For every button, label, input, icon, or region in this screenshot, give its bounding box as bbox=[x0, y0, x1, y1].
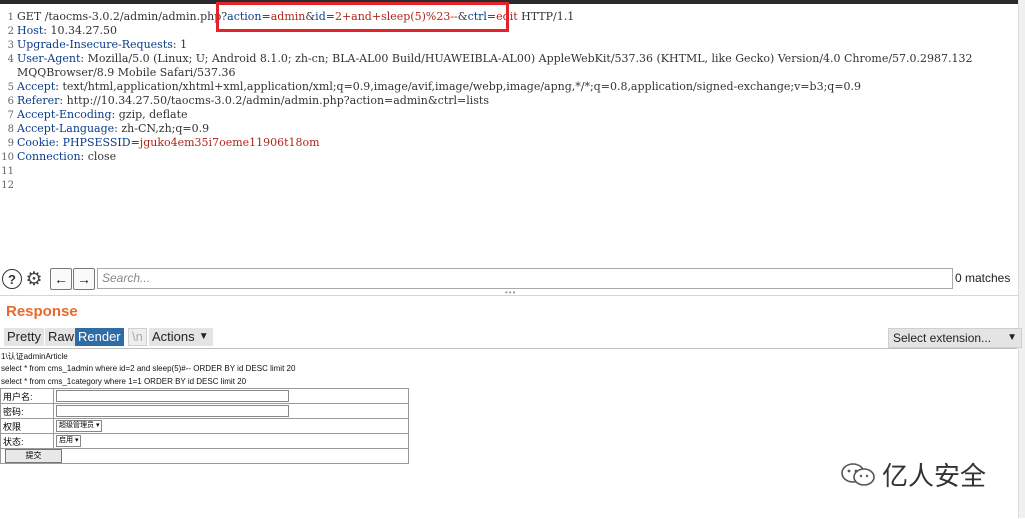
status-label: 状态: bbox=[0, 433, 54, 449]
request-text: Referer bbox=[17, 94, 60, 107]
highlight-box bbox=[216, 2, 509, 32]
request-text: : text/html,application/xhtml+xml,applic… bbox=[55, 80, 862, 93]
line-number: 9 bbox=[7, 138, 14, 149]
wechat-icon bbox=[840, 462, 876, 488]
password-label: 密码: bbox=[0, 403, 54, 419]
response-title: Response bbox=[6, 303, 78, 320]
username-label: 用户名: bbox=[0, 388, 54, 404]
render-line-1: 1\认证adminArticle bbox=[1, 352, 68, 361]
tab-render[interactable]: Render bbox=[75, 328, 124, 346]
request-line: 10 Connection: close bbox=[0, 150, 116, 164]
password-field[interactable] bbox=[56, 405, 289, 417]
actions-menu[interactable]: Actions ▼ bbox=[149, 328, 213, 346]
line-number: 3 bbox=[7, 40, 14, 51]
request-text: Accept-Language bbox=[17, 122, 115, 135]
request-text: GET /taocms-3.0.2/admin/admin.php? bbox=[17, 10, 228, 23]
request-line: 4 User-Agent: Mozilla/5.0 (Linux; U; Andr… bbox=[0, 52, 973, 66]
tab-newline[interactable]: \n bbox=[128, 328, 147, 346]
line-number: 2 bbox=[7, 26, 14, 37]
request-text: jguko4em35i7oeme11906t18om bbox=[139, 136, 320, 149]
gear-icon[interactable]: ⚙ bbox=[24, 269, 44, 290]
request-text: Upgrade-Insecure-Requests bbox=[17, 38, 173, 51]
request-text: : gzip, deflate bbox=[111, 108, 188, 121]
form-row-password: 密码: bbox=[0, 403, 409, 419]
help-icon[interactable]: ? bbox=[2, 269, 22, 289]
request-line: 2 Host: 10.34.27.50 bbox=[0, 24, 117, 38]
line-number: 11 bbox=[1, 166, 14, 177]
chevron-down-icon: ▼ bbox=[198, 331, 209, 342]
admin-form: 用户名: 密码: 权限 超级管理员 ▾ 状态: 启用 ▾ 提交 bbox=[0, 388, 409, 464]
request-text: Cookie bbox=[17, 136, 56, 149]
request-text: : 1 bbox=[172, 38, 188, 51]
match-count: 0 matches bbox=[955, 271, 1011, 285]
username-field[interactable] bbox=[56, 390, 289, 402]
request-text: : http://10.34.27.50/taocms-3.0.2/admin/… bbox=[59, 94, 489, 107]
request-text: : close bbox=[80, 150, 117, 163]
line-number: 6 bbox=[7, 96, 14, 107]
tab-pretty[interactable]: Pretty bbox=[4, 328, 44, 346]
chevron-down-icon: ▼ bbox=[1007, 332, 1017, 343]
request-line: 6 Referer: http://10.34.27.50/taocms-3.0.… bbox=[0, 94, 489, 108]
request-line: MQQBrowser/8.9 Mobile Safari/537.36 bbox=[0, 66, 235, 80]
request-editor[interactable]: 1 GET /taocms-3.0.2/admin/admin.php?actio… bbox=[0, 4, 1018, 266]
watermark: 亿人安全 bbox=[840, 456, 986, 493]
line-number: 1 bbox=[7, 12, 14, 23]
request-line: 5 Accept: text/html,application/xhtml+xml… bbox=[0, 80, 861, 94]
request-text: Connection bbox=[17, 150, 81, 163]
request-line: 3 Upgrade-Insecure-Requests: 1 bbox=[0, 38, 187, 52]
line-number: 10 bbox=[1, 152, 14, 163]
vertical-scrollbar[interactable] bbox=[1018, 0, 1025, 518]
watermark-text: 亿人安全 bbox=[882, 462, 987, 492]
extension-select-value: Select extension... bbox=[893, 331, 992, 345]
request-text: : Mozilla/5.0 (Linux; U; Android 8.1.0; … bbox=[80, 52, 973, 65]
request-text: Host bbox=[17, 24, 44, 37]
status-select-value: 启用 bbox=[59, 437, 73, 444]
request-line: 9 Cookie: PHPSESSID=jguko4em35i7oeme11906… bbox=[0, 136, 320, 150]
request-text: : zh-CN,zh;q=0.9 bbox=[114, 122, 210, 135]
forward-arrow-icon[interactable]: → bbox=[73, 268, 95, 290]
line-number: 12 bbox=[1, 180, 14, 191]
request-line: 7 Accept-Encoding: gzip, deflate bbox=[0, 108, 188, 122]
form-row-submit: 提交 bbox=[0, 448, 409, 464]
extension-select[interactable]: Select extension... ▼ bbox=[888, 328, 1022, 348]
request-text: : bbox=[55, 136, 63, 149]
request-text: = bbox=[130, 136, 140, 149]
role-select-value: 超级管理员 bbox=[59, 422, 94, 429]
request-text: User-Agent bbox=[17, 52, 81, 65]
search-input[interactable]: Search... bbox=[97, 268, 953, 289]
status-select[interactable]: 启用 ▾ bbox=[56, 435, 82, 447]
request-line: 8 Accept-Language: zh-CN,zh;q=0.9 bbox=[0, 122, 210, 136]
line-number: 7 bbox=[7, 110, 14, 121]
form-row-status: 状态: 启用 ▾ bbox=[0, 433, 409, 449]
request-text: HTTP/1.1 bbox=[517, 10, 575, 23]
request-line: 11 bbox=[0, 164, 17, 178]
line-number: 8 bbox=[7, 124, 14, 135]
line-number: 4 bbox=[7, 54, 14, 65]
tab-raw[interactable]: Raw bbox=[45, 328, 78, 346]
role-select[interactable]: 超级管理员 ▾ bbox=[56, 420, 103, 432]
actions-label: Actions bbox=[152, 329, 195, 344]
render-line-3: select * from cms_1category where 1=1 OR… bbox=[1, 377, 247, 386]
line-number: 5 bbox=[7, 82, 14, 93]
request-text: : 10.34.27.50 bbox=[43, 24, 117, 37]
role-label: 权限 bbox=[0, 418, 54, 434]
submit-button[interactable]: 提交 bbox=[5, 449, 62, 463]
request-text: Accept bbox=[17, 80, 56, 93]
pane-divider bbox=[0, 295, 1018, 296]
form-row-username: 用户名: bbox=[0, 388, 409, 404]
request-text: MQQBrowser/8.9 Mobile Safari/537.36 bbox=[17, 66, 236, 79]
render-line-2: select * from cms_1admin where id=2 and … bbox=[1, 364, 296, 373]
request-text: PHPSESSID bbox=[62, 136, 131, 149]
request-line: 12 bbox=[0, 178, 17, 192]
request-text: Accept-Encoding bbox=[17, 108, 112, 121]
back-arrow-icon[interactable]: ← bbox=[50, 268, 72, 290]
form-row-role: 权限 超级管理员 ▾ bbox=[0, 418, 409, 434]
